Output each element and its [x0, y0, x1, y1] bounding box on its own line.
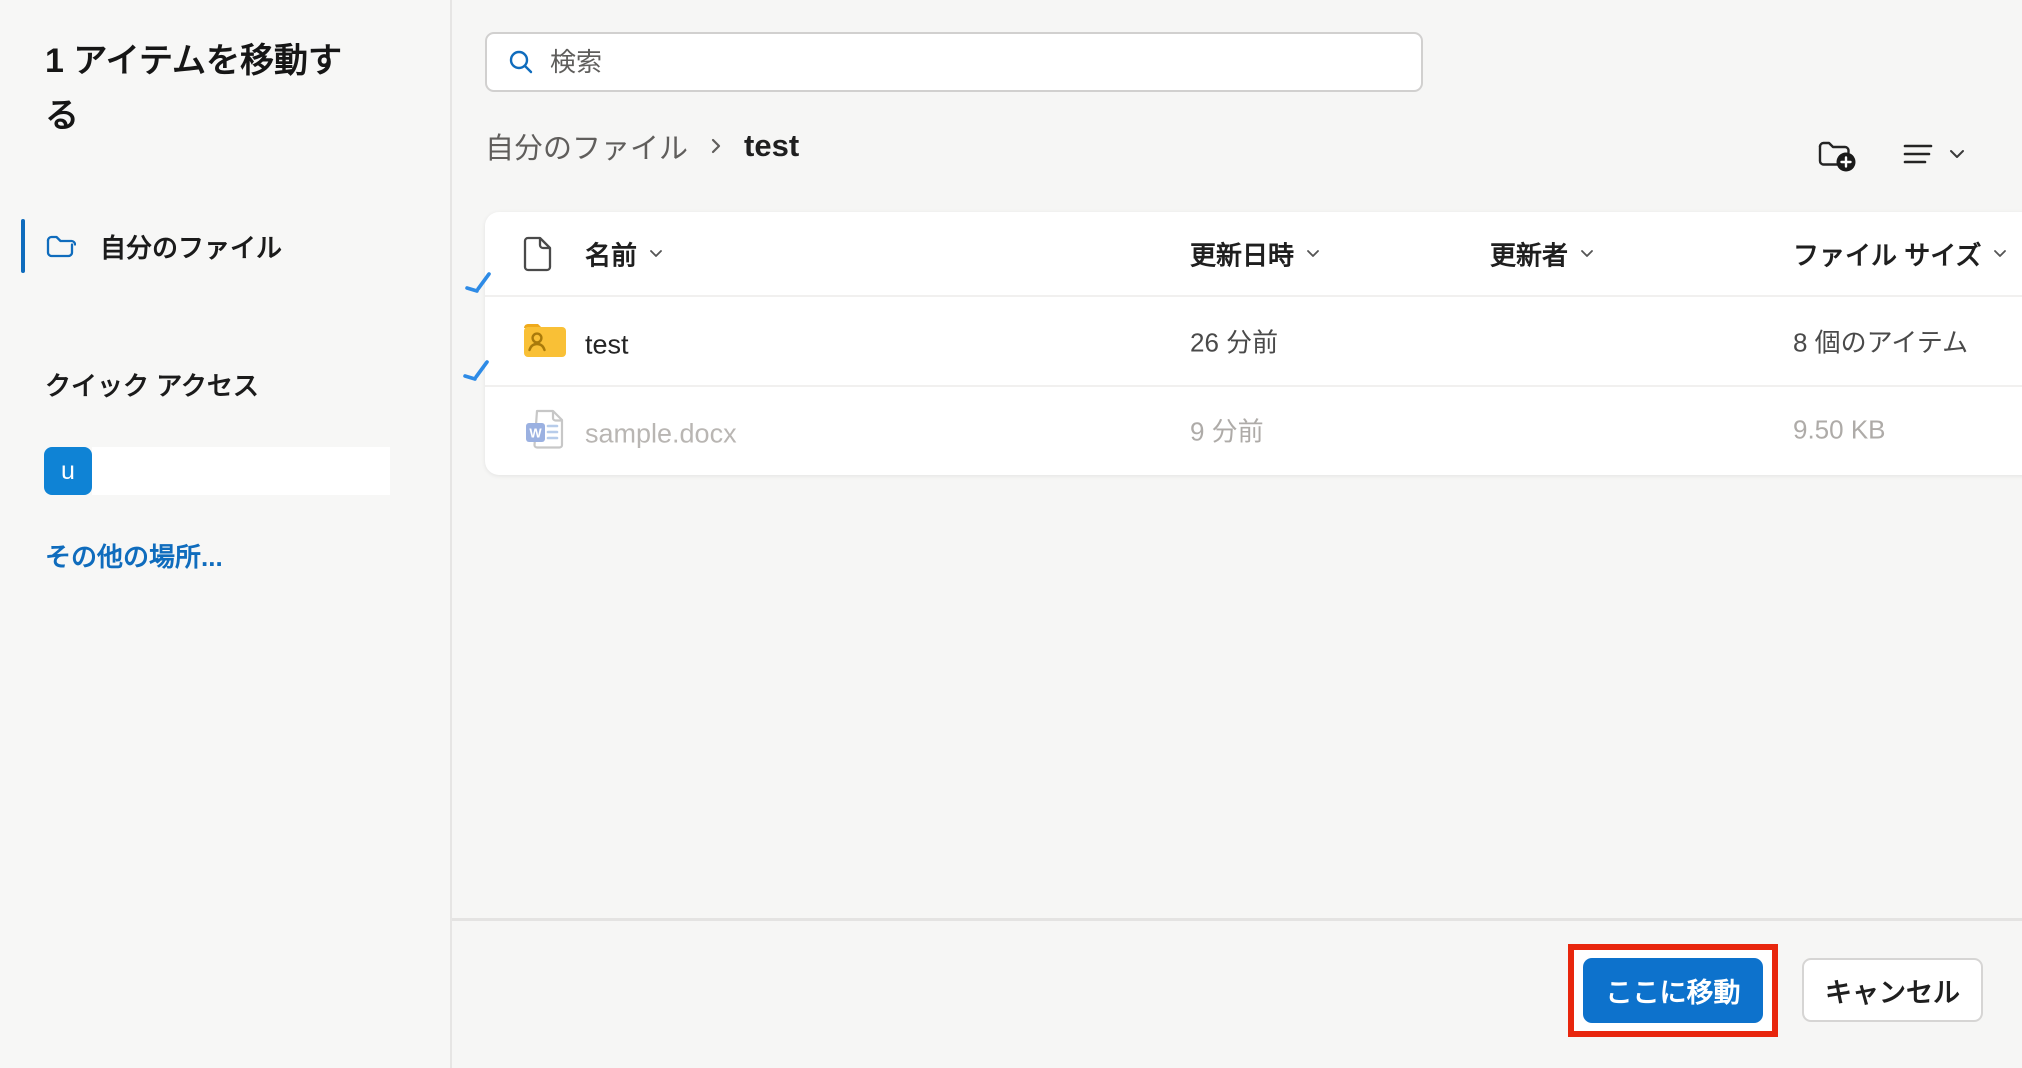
modified-cell: 9 分前: [1190, 412, 1264, 449]
document-type-icon: [521, 234, 555, 274]
column-header-modified[interactable]: 更新日時: [1190, 235, 1322, 272]
dialog-title: 1 アイテムを移動する: [45, 34, 375, 144]
file-list-panel: 名前 更新日時 更新者 ファイル サイズ: [485, 212, 2022, 475]
shared-folder-icon: [521, 320, 569, 362]
chevron-down-icon: [647, 245, 665, 263]
chevron-down-icon: [1946, 143, 1968, 165]
file-name: sample.docx: [585, 419, 737, 450]
modified-cell: 26 分前: [1190, 323, 1278, 360]
breadcrumb-current: test: [744, 128, 799, 164]
selection-indicator-bar: [21, 219, 25, 273]
table-row-folder-test[interactable]: test 26 分前 8 個のアイテム: [485, 297, 2022, 387]
sidebar-item-my-files[interactable]: 自分のファイル: [0, 216, 452, 276]
footer-divider: [452, 918, 2022, 921]
list-view-icon: [1898, 134, 1938, 174]
file-name[interactable]: test: [585, 330, 629, 361]
more-places-link[interactable]: その他の場所...: [45, 537, 223, 574]
move-here-button[interactable]: ここに移動: [1583, 958, 1763, 1023]
chevron-down-icon: [1304, 245, 1322, 263]
column-header-modified-by[interactable]: 更新者: [1490, 235, 1596, 272]
folder-icon: [44, 230, 76, 262]
table-header-row: 名前 更新日時 更新者 ファイル サイズ: [485, 212, 2022, 297]
search-input[interactable]: [550, 47, 1401, 78]
annotation-highlight-box: ここに移動: [1568, 944, 1778, 1037]
quick-access-item-row: [92, 447, 390, 495]
search-icon: [507, 48, 535, 76]
size-cell: 8 個のアイテム: [1793, 323, 1968, 360]
breadcrumb: 自分のファイル test: [485, 122, 799, 170]
breadcrumb-root[interactable]: 自分のファイル: [485, 125, 688, 167]
quick-access-heading: クイック アクセス: [45, 366, 259, 403]
view-selector-button[interactable]: [1898, 134, 1968, 174]
table-row-sample-docx: W sample.docx 9 分前 9.50 KB: [485, 387, 2022, 473]
toolbar: [1812, 130, 1968, 178]
word-document-icon: W: [521, 404, 573, 456]
breadcrumb-chevron-icon: [706, 134, 726, 158]
size-cell: 9.50 KB: [1793, 415, 1886, 446]
new-folder-button[interactable]: [1812, 130, 1862, 178]
click-indicator-icon: [461, 359, 495, 389]
chevron-down-icon: [1578, 245, 1596, 263]
sidebar-item-label: 自分のファイル: [100, 228, 282, 265]
column-header-size[interactable]: ファイル サイズ: [1793, 235, 2009, 272]
chevron-down-icon: [1991, 245, 2009, 263]
svg-text:W: W: [529, 426, 542, 441]
sidebar-item-quick-access-site[interactable]: u: [44, 447, 390, 495]
move-dialog-main: 自分のファイル test: [452, 0, 2022, 1068]
cancel-button[interactable]: キャンセル: [1802, 958, 1983, 1022]
column-header-name[interactable]: 名前: [585, 235, 665, 272]
click-indicator-icon: [463, 271, 497, 301]
move-dialog-sidebar: 1 アイテムを移動する 自分のファイル クイック アクセス u その他の場所..…: [0, 0, 452, 1068]
search-box[interactable]: [485, 32, 1423, 92]
site-avatar: u: [44, 447, 92, 495]
